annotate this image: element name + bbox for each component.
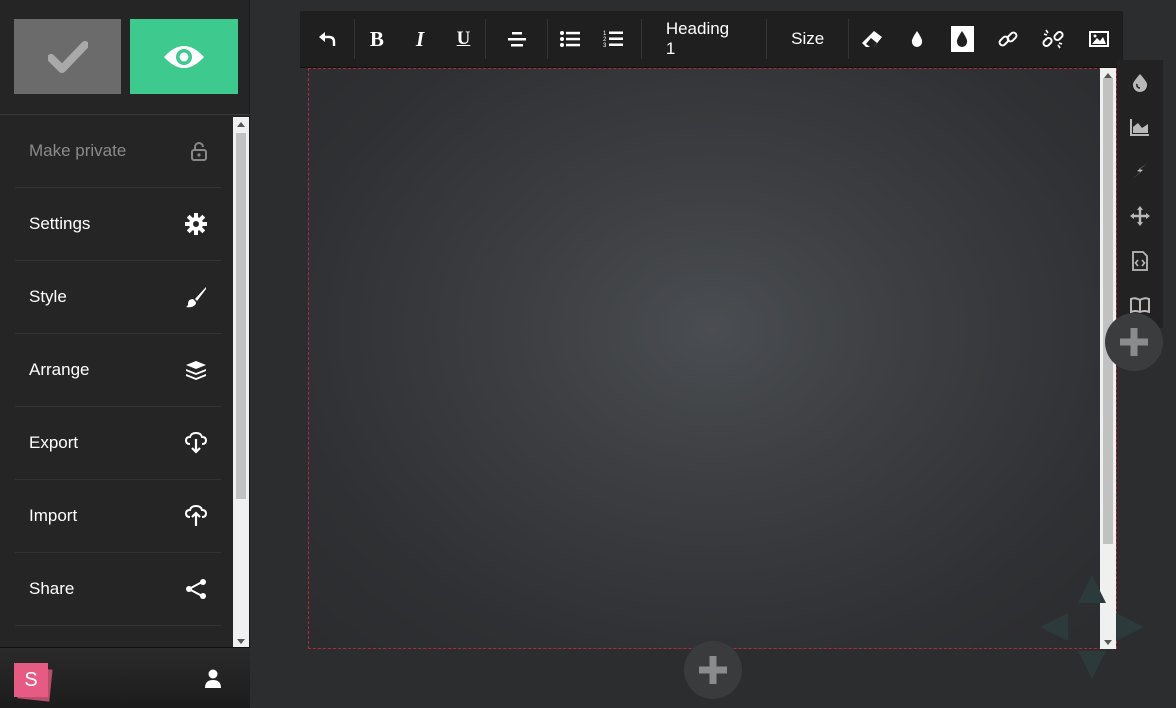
cloud-download-icon	[185, 432, 207, 454]
block-code-button[interactable]	[1117, 238, 1163, 283]
block-color-button[interactable]	[1117, 60, 1163, 105]
bullet-list-icon	[559, 31, 580, 47]
heading-dropdown[interactable]: Heading 1	[642, 19, 766, 59]
add-row-button[interactable]	[684, 641, 742, 699]
plus-icon	[1120, 328, 1148, 356]
sidebar-footer: S	[0, 647, 250, 708]
gear-icon	[185, 213, 207, 235]
editor-canvas[interactable]	[308, 68, 1117, 649]
italic-button[interactable]: I	[398, 19, 441, 59]
underline-icon: U	[456, 28, 471, 49]
italic-icon: I	[416, 26, 425, 51]
numbered-list-icon: 1 2 3	[603, 31, 624, 48]
sidebar-item-more[interactable]	[15, 626, 221, 647]
save-button[interactable]	[14, 19, 121, 94]
align-center-button[interactable]	[486, 19, 547, 59]
underline-button[interactable]: U	[442, 19, 485, 59]
lock-icon	[191, 142, 207, 161]
svg-text:3: 3	[603, 43, 607, 48]
numbered-list-button[interactable]: 1 2 3	[592, 19, 635, 59]
plus-icon	[699, 656, 727, 684]
drop-icon	[911, 31, 923, 47]
brush-icon	[186, 287, 206, 308]
unlink-button[interactable]	[1030, 19, 1075, 59]
block-chart-button[interactable]	[1117, 105, 1163, 150]
sidebar-item-arrange[interactable]: Arrange	[15, 334, 221, 407]
sidebar-item-label: Style	[29, 287, 67, 306]
book-icon	[1130, 297, 1150, 314]
nav-arrows-icon[interactable]	[1040, 575, 1144, 679]
undo-icon	[319, 32, 336, 46]
sidebar-item-style[interactable]: Style	[15, 261, 221, 334]
code-file-icon	[1132, 250, 1148, 271]
undo-button[interactable]	[300, 19, 354, 59]
drop-icon	[1132, 74, 1148, 93]
scrollbar-thumb[interactable]	[236, 133, 246, 499]
image-icon	[1089, 31, 1110, 47]
user-icon[interactable]	[204, 669, 222, 689]
sidebar-item-label: Arrange	[29, 360, 90, 379]
canvas-scrollbar-thumb[interactable]	[1103, 78, 1113, 544]
align-center-icon	[507, 32, 526, 47]
text-color-button[interactable]	[895, 19, 940, 59]
scroll-up-arrow[interactable]	[233, 117, 249, 131]
sidebar-item-make-private[interactable]: Make private	[15, 115, 221, 188]
sidebar-item-label: Import	[29, 506, 78, 525]
unlink-icon	[1042, 29, 1064, 49]
size-dropdown[interactable]: Size	[767, 19, 848, 59]
clear-format-button[interactable]	[849, 19, 894, 59]
add-column-button[interactable]	[1105, 313, 1163, 371]
top-buttons	[14, 19, 238, 94]
sidebar-item-import[interactable]: Import	[15, 480, 221, 553]
sidebar-item-export[interactable]: Export	[15, 407, 221, 480]
size-label: Size	[791, 29, 825, 48]
area-chart-icon	[1130, 118, 1149, 136]
share-icon	[186, 579, 206, 599]
sidebar-item-label: Settings	[29, 214, 91, 233]
logo-letter: S	[14, 663, 48, 697]
block-animate-button[interactable]	[1117, 149, 1163, 194]
bullet-list-button[interactable]	[548, 19, 591, 59]
bold-button[interactable]: B	[355, 19, 398, 59]
sidebar-item-share[interactable]: Share	[15, 553, 221, 626]
sidebar-item-label: Export	[29, 433, 79, 452]
insert-image-button[interactable]	[1076, 19, 1123, 59]
block-move-button[interactable]	[1117, 194, 1163, 239]
sidebar-scrollbar[interactable]	[233, 117, 249, 647]
lightning-icon	[1132, 163, 1148, 180]
sidebar: Make private Settings Style Arrange Expo…	[0, 0, 250, 708]
link-icon	[998, 31, 1018, 47]
sidebar-item-settings[interactable]: Settings	[15, 188, 221, 261]
app-logo[interactable]: S	[14, 663, 53, 702]
heading-label: Heading 1	[665, 19, 730, 58]
sidebar-menu: Make private Settings Style Arrange Expo…	[0, 114, 250, 647]
layers-icon	[186, 361, 206, 380]
eye-icon	[164, 45, 204, 68]
eraser-icon	[861, 31, 882, 47]
bold-icon: B	[369, 26, 384, 51]
sidebar-item-label: Make private	[29, 141, 127, 160]
editor-toolbar: B I U 1 2 3 Heading 1 Size	[300, 11, 1123, 68]
cloud-upload-icon	[185, 505, 207, 526]
scroll-down-arrow[interactable]	[233, 634, 249, 647]
preview-button[interactable]	[130, 19, 238, 94]
sidebar-item-label: Share	[29, 579, 75, 598]
background-color-active	[950, 26, 974, 52]
block-tools-panel	[1117, 60, 1163, 328]
background-color-button[interactable]	[940, 19, 985, 59]
drop-filled-icon	[957, 31, 968, 47]
checkmark-icon	[47, 40, 88, 73]
move-icon	[1130, 206, 1150, 227]
link-button[interactable]	[985, 19, 1030, 59]
